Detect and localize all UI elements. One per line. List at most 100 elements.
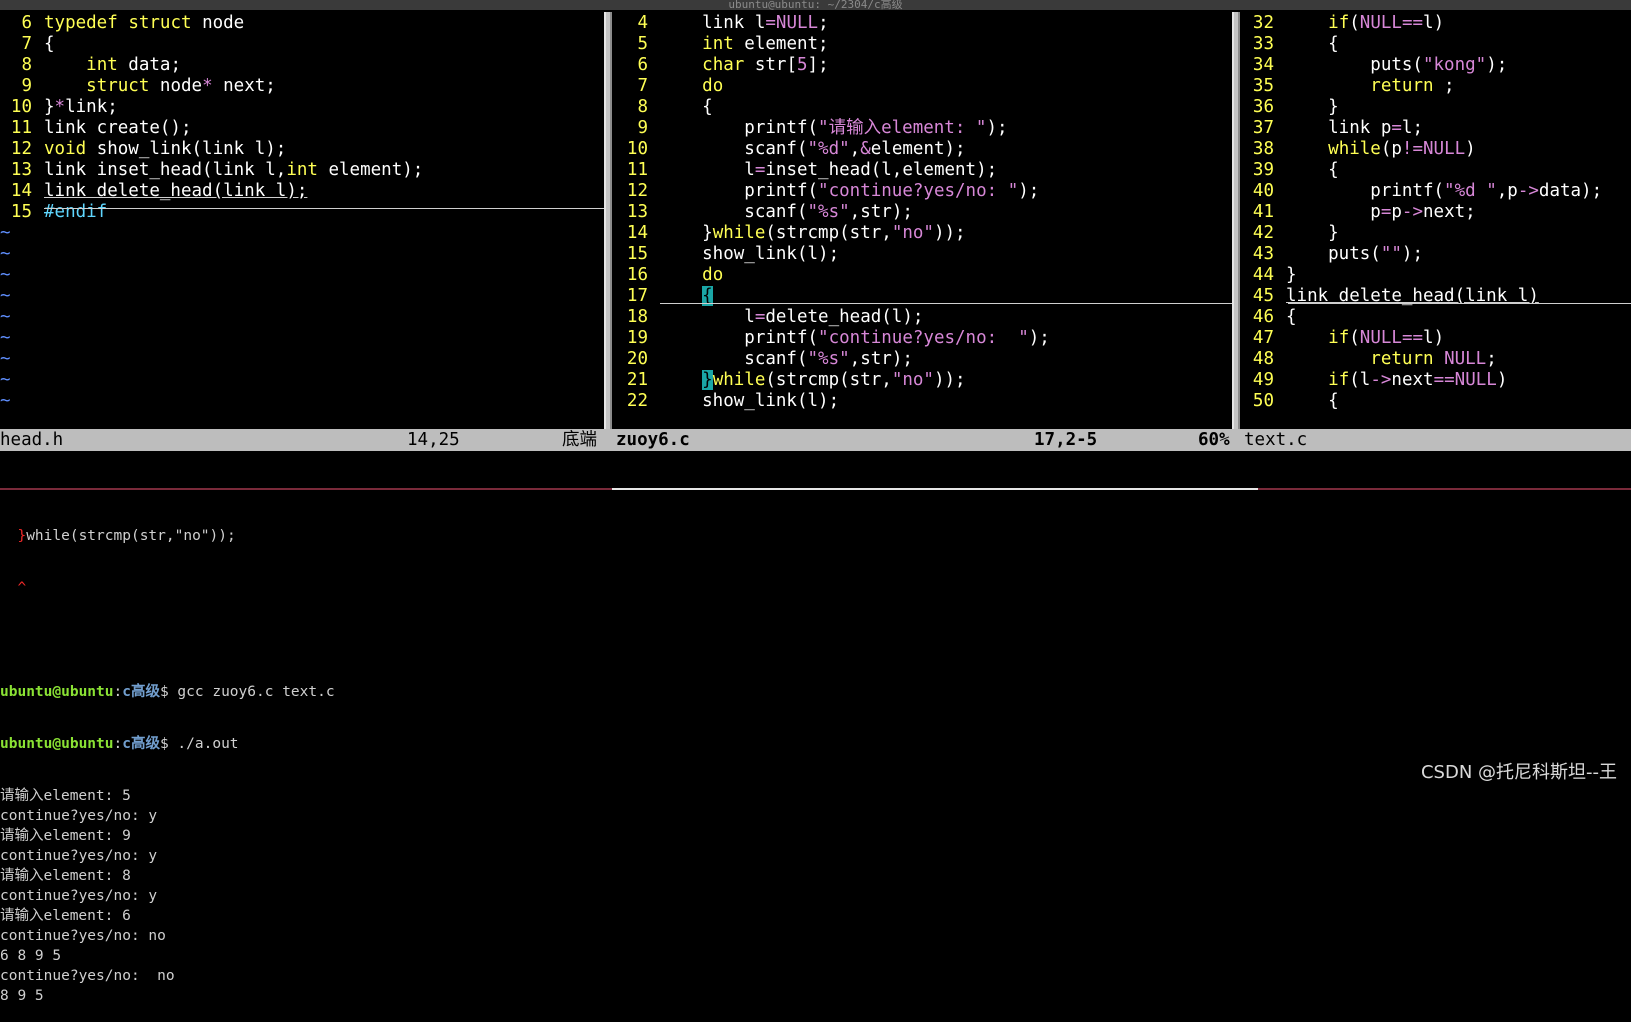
code-line[interactable]: 41 p=p->next; bbox=[1244, 201, 1476, 223]
shell-command-line: ubuntu@ubuntu:c高级$ gcc zuoy6.c text.c bbox=[0, 684, 335, 700]
line-number: 15 bbox=[10, 202, 32, 222]
code-line[interactable]: 10 }*link; bbox=[0, 96, 118, 118]
code-text: }*link; bbox=[44, 97, 118, 117]
empty-line-tilde: ~ bbox=[0, 307, 11, 327]
output-line: 请输入element: 6 bbox=[0, 908, 131, 924]
code-text: }while(strcmp(str,"no")); bbox=[660, 223, 966, 243]
code-line[interactable]: 33 { bbox=[1244, 33, 1339, 55]
code-line[interactable]: 32 if(NULL==l) bbox=[1244, 12, 1444, 34]
code-text: link delete_head(link l); bbox=[44, 181, 308, 201]
code-text: printf("%d ",p->data); bbox=[1286, 181, 1603, 201]
code-line[interactable]: 4 link l=NULL; bbox=[616, 12, 828, 34]
line-number: 44 bbox=[1252, 265, 1274, 285]
code-line[interactable]: 22 show_link(l); bbox=[616, 390, 839, 412]
code-text: do bbox=[702, 265, 724, 285]
code-line[interactable]: 9 printf("请输入element: "); bbox=[616, 117, 1007, 139]
line-number: 47 bbox=[1252, 328, 1274, 348]
code-text: } bbox=[1286, 97, 1339, 117]
code-line[interactable]: 40 printf("%d ",p->data); bbox=[1244, 180, 1602, 202]
code-line[interactable]: 50 { bbox=[1244, 390, 1339, 412]
code-line[interactable]: 36 } bbox=[1244, 96, 1339, 118]
code-line[interactable]: 18 l=delete_head(l); bbox=[616, 306, 924, 328]
code-line[interactable]: 6 typedef struct node bbox=[0, 12, 244, 34]
code-line[interactable]: 5 int element; bbox=[616, 33, 828, 55]
code-line[interactable]: 43 puts(""); bbox=[1244, 243, 1423, 265]
line-number: 45 bbox=[1252, 286, 1274, 306]
code-line[interactable]: 8 { bbox=[616, 96, 712, 118]
code-text: link create(); bbox=[44, 118, 192, 138]
code-line[interactable]: 16 do bbox=[616, 264, 723, 286]
code-line[interactable]: 8 int data; bbox=[0, 54, 181, 76]
code-line[interactable]: 42 } bbox=[1244, 222, 1339, 244]
line-number: 14 bbox=[626, 223, 648, 243]
code-line[interactable]: 46 { bbox=[1244, 306, 1297, 328]
line-number: 10 bbox=[10, 97, 32, 117]
code-line[interactable]: 21 }while(strcmp(str,"no")); bbox=[616, 369, 966, 391]
code-line[interactable]: 6 char str[5]; bbox=[616, 54, 828, 76]
code-line[interactable]: 14 link delete_head(link l); bbox=[0, 180, 307, 202]
vertical-split-divider[interactable] bbox=[1232, 12, 1240, 429]
code-text: l=delete_head(l); bbox=[660, 307, 924, 327]
code-line[interactable]: 49 if(l->next==NULL) bbox=[1244, 369, 1507, 391]
code-line[interactable]: 35 return ; bbox=[1244, 75, 1455, 97]
code-line[interactable]: 14 }while(strcmp(str,"no")); bbox=[616, 222, 966, 244]
code-line[interactable]: 20 scanf("%s",str); bbox=[616, 348, 913, 370]
code-text: scanf("%s",str); bbox=[660, 202, 913, 222]
line-number: 6 bbox=[21, 13, 32, 33]
output-line: continue?yes/no: no bbox=[0, 968, 175, 984]
line-number: 7 bbox=[21, 34, 32, 54]
code-line[interactable]: 12 printf("continue?yes/no: "); bbox=[616, 180, 1039, 202]
code-text: printf("continue?yes/no: "); bbox=[660, 328, 1050, 348]
code-line[interactable]: 12 void show_link(link l); bbox=[0, 138, 286, 160]
output-line: 6 8 9 5 bbox=[0, 948, 62, 964]
code-line[interactable]: 19 printf("continue?yes/no: "); bbox=[616, 327, 1050, 349]
code-line[interactable]: 37 link p=l; bbox=[1244, 117, 1423, 139]
line-number: 40 bbox=[1252, 181, 1274, 201]
code-text: if(NULL==l) bbox=[1328, 13, 1445, 33]
line-number: 49 bbox=[1252, 370, 1274, 390]
line-number: 15 bbox=[626, 244, 648, 264]
code-line[interactable]: 34 puts("kong"); bbox=[1244, 54, 1507, 76]
editor-pane-zuoy6-c[interactable]: 4 link l=NULL; 5 int element; 6 char str[5… bbox=[616, 12, 1232, 429]
code-line[interactable]: 7 do bbox=[616, 75, 723, 97]
code-line[interactable]: 11 link create(); bbox=[0, 117, 192, 139]
code-line[interactable]: 13 scanf("%s",str); bbox=[616, 201, 913, 223]
vertical-split-divider[interactable] bbox=[604, 12, 612, 429]
line-number: 9 bbox=[637, 118, 648, 138]
code-line[interactable]: 15 show_link(l); bbox=[616, 243, 839, 265]
empty-line-tilde: ~ bbox=[0, 370, 11, 390]
line-number: 37 bbox=[1252, 118, 1274, 138]
code-text: { bbox=[1286, 307, 1297, 327]
line-number: 43 bbox=[1252, 244, 1274, 264]
line-number: 9 bbox=[21, 76, 32, 96]
code-line[interactable]: 44} bbox=[1244, 264, 1297, 286]
code-line[interactable]: 38 while(p!=NULL) bbox=[1244, 138, 1476, 160]
terminal-tab-active-indicator[interactable] bbox=[612, 488, 1258, 490]
code-text: int data; bbox=[86, 55, 181, 75]
output-line: 8 9 5 bbox=[0, 988, 44, 1004]
output-line: continue?yes/no: y bbox=[0, 848, 158, 864]
code-line[interactable]: 39 { bbox=[1244, 159, 1339, 181]
editor-pane-head-h[interactable]: 6 typedef struct node 7{8 int data; 9 struc… bbox=[0, 12, 604, 429]
code-line[interactable]: 13 link inset_head(link l,int element); bbox=[0, 159, 423, 181]
terminal-output[interactable]: }while(strcmp(str,"no")); ^ ubuntu@ubunt… bbox=[0, 494, 1631, 1004]
code-line[interactable]: 7{ bbox=[0, 33, 54, 55]
code-line[interactable]: 15 #endif bbox=[0, 201, 107, 223]
code-line[interactable]: 9 struct node* next; bbox=[0, 75, 275, 97]
status-filename-head-h[interactable]: head.h bbox=[0, 429, 63, 451]
code-text: { bbox=[1286, 34, 1339, 54]
status-filename-text-c[interactable]: text.c bbox=[1244, 429, 1307, 451]
cursorline-underline bbox=[1288, 303, 1631, 304]
text-cursor: } bbox=[702, 370, 713, 390]
status-filename-zuoy6-c[interactable]: zuoy6.c bbox=[616, 429, 690, 451]
empty-line-tilde: ~ bbox=[0, 349, 11, 369]
shell-command: gcc zuoy6.c text.c bbox=[168, 684, 335, 700]
code-line[interactable]: 47 if(NULL==l) bbox=[1244, 327, 1444, 349]
code-line[interactable]: 11 l=inset_head(l,element); bbox=[616, 159, 997, 181]
line-number: 46 bbox=[1252, 307, 1274, 327]
code-line[interactable]: 48 return NULL; bbox=[1244, 348, 1497, 370]
code-line[interactable]: 10 scanf("%d",&element); bbox=[616, 138, 966, 160]
editor-pane-text-c[interactable]: 32 if(NULL==l) 33 {34 puts("kong"); 35 ret… bbox=[1244, 12, 1631, 429]
code-text: show_link(l); bbox=[660, 244, 840, 264]
